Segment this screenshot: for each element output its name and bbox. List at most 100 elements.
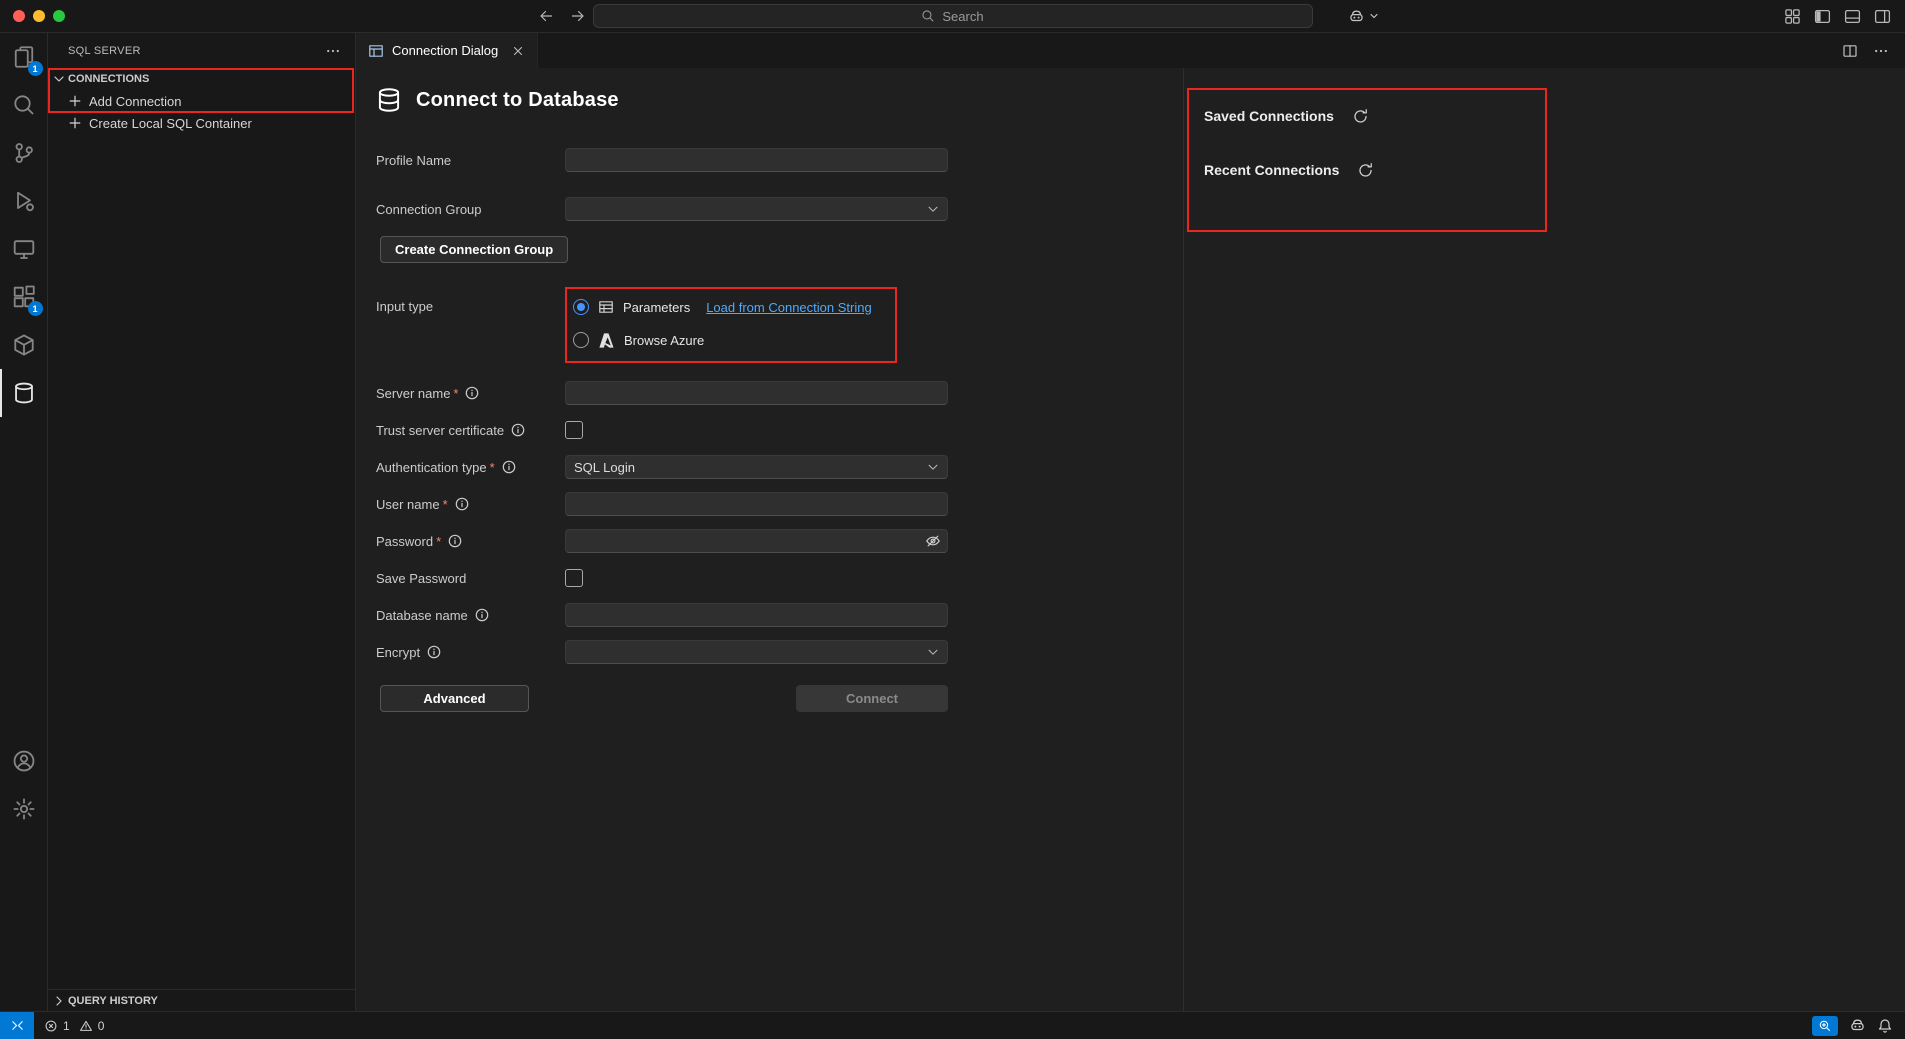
profile-name-input[interactable] bbox=[565, 148, 948, 172]
create-connection-group-row: Create Connection Group bbox=[380, 236, 1183, 263]
recent-connections-row: Recent Connections bbox=[1204, 158, 1905, 182]
remote-explorer-icon[interactable] bbox=[0, 225, 48, 273]
password-input-wrap bbox=[565, 529, 948, 553]
extensions-icon[interactable]: 1 bbox=[0, 273, 48, 321]
create-local-sql-container-item[interactable]: Create Local SQL Container bbox=[48, 112, 355, 134]
remote-indicator[interactable] bbox=[0, 1012, 34, 1039]
toggle-panel-icon[interactable] bbox=[1844, 8, 1861, 25]
save-password-checkbox[interactable] bbox=[565, 569, 583, 587]
connection-dialog-webview: Connect to Database Profile Name Connect… bbox=[356, 68, 1905, 1011]
zoom-status-item[interactable] bbox=[1812, 1016, 1838, 1036]
connections-section-header[interactable]: CONNECTIONS bbox=[48, 68, 355, 90]
zoom-window-button[interactable] bbox=[53, 10, 65, 22]
chevron-down-icon bbox=[51, 71, 67, 87]
database-name-row: Database name bbox=[376, 603, 1183, 627]
settings-gear-icon[interactable] bbox=[0, 785, 48, 833]
more-actions-icon[interactable] bbox=[1873, 43, 1889, 59]
required-marker: * bbox=[490, 460, 495, 475]
encrypt-dropdown[interactable] bbox=[565, 640, 948, 664]
close-tab-icon[interactable] bbox=[511, 44, 525, 58]
info-icon[interactable] bbox=[448, 534, 462, 548]
authentication-type-dropdown[interactable]: SQL Login bbox=[565, 455, 948, 479]
chevron-down-icon bbox=[926, 202, 940, 216]
connections-side-panel: Saved Connections Recent Connections bbox=[1183, 68, 1905, 1011]
saved-connections-row: Saved Connections bbox=[1204, 104, 1905, 128]
input-type-row: Input type Parameters Load from Connecti… bbox=[376, 299, 1183, 348]
account-icon[interactable] bbox=[0, 737, 48, 785]
toggle-primary-sidebar-icon[interactable] bbox=[1814, 8, 1831, 25]
layout-controls bbox=[1784, 8, 1891, 25]
browse-azure-option-label: Browse Azure bbox=[624, 333, 704, 348]
azure-icon bbox=[598, 332, 615, 349]
run-debug-icon[interactable] bbox=[0, 177, 48, 225]
user-name-row: User name* bbox=[376, 492, 1183, 516]
copilot-menu[interactable] bbox=[1348, 8, 1379, 25]
refresh-icon[interactable] bbox=[1357, 162, 1374, 179]
chevron-down-icon bbox=[926, 645, 940, 659]
refresh-icon[interactable] bbox=[1352, 108, 1369, 125]
source-control-icon[interactable] bbox=[0, 129, 48, 177]
workbench: 1 1 S bbox=[0, 33, 1905, 1011]
tab-connection-dialog[interactable]: Connection Dialog bbox=[356, 33, 538, 68]
encrypt-label: Encrypt bbox=[376, 645, 565, 660]
back-arrow-icon[interactable] bbox=[538, 8, 554, 24]
load-connection-string-link[interactable]: Load from Connection String bbox=[706, 300, 871, 315]
user-name-label: User name* bbox=[376, 497, 565, 512]
authentication-type-row: Authentication type* SQL Login bbox=[376, 455, 1183, 479]
status-bar-right bbox=[1812, 1016, 1905, 1036]
profile-name-label: Profile Name bbox=[376, 153, 565, 168]
info-icon[interactable] bbox=[475, 608, 489, 622]
info-icon[interactable] bbox=[427, 645, 441, 659]
tab-label: Connection Dialog bbox=[392, 43, 498, 58]
browse-azure-radio[interactable] bbox=[573, 332, 589, 348]
toggle-secondary-sidebar-icon[interactable] bbox=[1874, 8, 1891, 25]
forward-arrow-icon[interactable] bbox=[570, 8, 586, 24]
sidebar: SQL SERVER CONNECTIONS Add Connection Cr… bbox=[48, 33, 356, 1011]
password-input[interactable] bbox=[565, 529, 948, 553]
info-icon[interactable] bbox=[511, 423, 525, 437]
connect-button[interactable]: Connect bbox=[796, 685, 948, 712]
info-icon[interactable] bbox=[502, 460, 516, 474]
add-connection-item[interactable]: Add Connection bbox=[48, 90, 355, 112]
copilot-status-icon[interactable] bbox=[1849, 1017, 1866, 1034]
parameters-option-row: Parameters Load from Connection String bbox=[573, 299, 948, 315]
sql-server-database-icon[interactable] bbox=[0, 369, 48, 417]
explorer-badge: 1 bbox=[28, 61, 43, 76]
parameters-radio[interactable] bbox=[573, 299, 589, 315]
server-name-label: Server name* bbox=[376, 386, 565, 401]
create-connection-group-button[interactable]: Create Connection Group bbox=[380, 236, 568, 263]
database-name-input[interactable] bbox=[565, 603, 948, 627]
info-icon[interactable] bbox=[465, 386, 479, 400]
required-marker: * bbox=[453, 386, 458, 401]
editor-group: Connection Dialog bbox=[356, 33, 1905, 1011]
problems-indicator[interactable]: 1 0 bbox=[44, 1019, 104, 1033]
eye-off-icon[interactable] bbox=[925, 533, 941, 549]
browse-azure-option-row: Browse Azure bbox=[573, 332, 948, 348]
containers-icon[interactable] bbox=[0, 321, 48, 369]
notifications-bell-icon[interactable] bbox=[1877, 1018, 1893, 1034]
split-editor-icon[interactable] bbox=[1842, 43, 1858, 59]
connection-group-dropdown[interactable] bbox=[565, 197, 948, 221]
plus-icon bbox=[67, 115, 83, 131]
close-window-button[interactable] bbox=[13, 10, 25, 22]
user-name-input[interactable] bbox=[565, 492, 948, 516]
save-password-row: Save Password bbox=[376, 566, 1183, 590]
minimize-window-button[interactable] bbox=[33, 10, 45, 22]
search-icon[interactable] bbox=[0, 81, 48, 129]
query-history-section-header[interactable]: QUERY HISTORY bbox=[48, 989, 355, 1011]
trust-certificate-checkbox[interactable] bbox=[565, 421, 583, 439]
authentication-type-label: Authentication type* bbox=[376, 460, 565, 475]
customize-layout-icon[interactable] bbox=[1784, 8, 1801, 25]
connection-form: Connect to Database Profile Name Connect… bbox=[356, 68, 1183, 1011]
info-icon[interactable] bbox=[455, 497, 469, 511]
search-icon bbox=[921, 9, 935, 23]
more-actions-icon[interactable] bbox=[325, 43, 341, 59]
explorer-icon[interactable]: 1 bbox=[0, 33, 48, 81]
advanced-button[interactable]: Advanced bbox=[380, 685, 529, 712]
database-icon bbox=[376, 86, 402, 114]
command-search-box[interactable]: Search bbox=[593, 4, 1313, 28]
query-history-label: QUERY HISTORY bbox=[68, 995, 158, 1007]
server-name-input[interactable] bbox=[565, 381, 948, 405]
editor-actions bbox=[1842, 33, 1905, 68]
dialog-title: Connect to Database bbox=[416, 89, 619, 112]
